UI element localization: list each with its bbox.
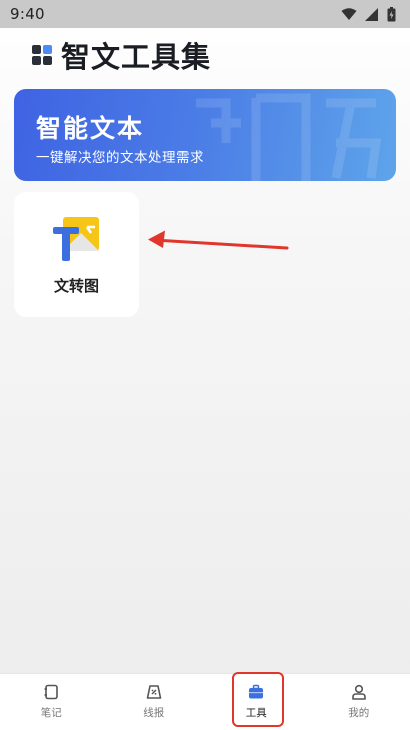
pointer-arrow [140, 226, 292, 256]
tab-deals[interactable]: 线报 [103, 674, 206, 730]
banner-subtitle: 一键解决您的文本处理需求 [36, 146, 204, 166]
tab-tools[interactable]: 工具 [205, 674, 308, 730]
tool-card-text-to-image[interactable]: 文转图 [14, 192, 139, 317]
header: 智文工具集 [32, 34, 211, 76]
status-time: 9:40 [10, 5, 45, 23]
tab-notes[interactable]: 笔记 [0, 674, 103, 730]
battery-icon [387, 7, 396, 22]
tab-profile[interactable]: 我的 [308, 674, 410, 730]
bottom-tab-bar: 笔记 线报 工具 我的 [0, 673, 410, 730]
smart-text-banner[interactable]: 智能文本 一键解决您的文本处理需求 [14, 89, 396, 181]
user-icon [351, 684, 367, 700]
banner-decoration-icon [186, 89, 386, 181]
status-icons [341, 7, 396, 22]
status-bar: 9:40 [0, 0, 410, 28]
signal-icon [365, 8, 379, 21]
tag-icon [146, 684, 162, 700]
wifi-icon [341, 8, 357, 21]
tab-tools-label: 工具 [246, 705, 267, 720]
page-title: 智文工具集 [61, 34, 211, 76]
tab-profile-label: 我的 [348, 705, 369, 720]
app-grid-icon [32, 45, 52, 65]
briefcase-icon [248, 684, 264, 700]
banner-title: 智能文本 [36, 109, 144, 145]
tool-label: 文转图 [14, 275, 139, 296]
tab-deals-label: 线报 [143, 705, 164, 720]
text-to-image-icon [51, 215, 101, 263]
tab-notes-label: 笔记 [41, 705, 62, 720]
notebook-icon [43, 684, 59, 700]
